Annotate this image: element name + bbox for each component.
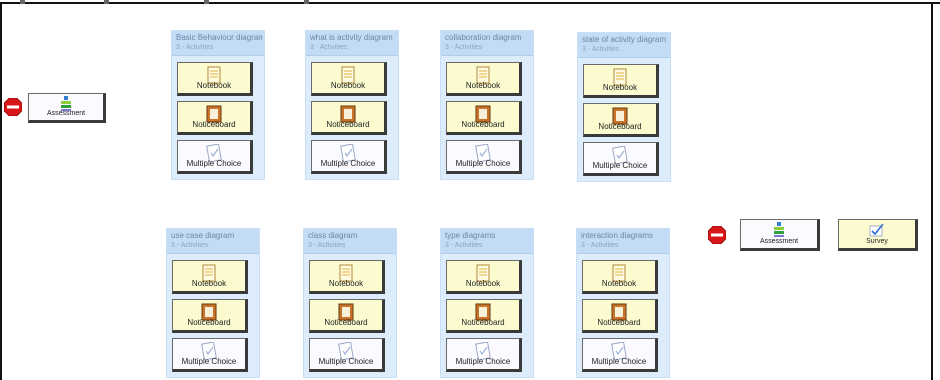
ruler-tick	[304, 0, 309, 4]
survey-icon	[869, 223, 884, 237]
noticeboard-activity[interactable]: Noticeboard	[172, 299, 248, 333]
activity-label: Noticeboard	[192, 120, 236, 129]
group-subtitle: 3 - Activities	[445, 44, 483, 51]
sequence-canvas: Assessment Basic Behaviour diagram 3 - A…	[0, 0, 940, 380]
activity-label: Multiple Choice	[181, 357, 237, 366]
notebook-activity[interactable]: Notebook	[177, 62, 253, 96]
multiple-choice-activity[interactable]: Multiple Choice	[177, 140, 253, 174]
multiple-choice-activity[interactable]: Multiple Choice	[311, 140, 387, 174]
group-subtitle: 3 - Activities	[582, 46, 620, 53]
activity-label: Noticeboard	[597, 318, 641, 327]
end-assessment-label: Assessment	[759, 238, 799, 245]
notebook-activity[interactable]: Notebook	[582, 260, 658, 294]
activity-group[interactable]: state of activity diagram 3 - Activities…	[577, 32, 671, 182]
activity-label: Multiple Choice	[320, 159, 376, 168]
notebook-activity[interactable]: Notebook	[583, 64, 659, 98]
activity-label: Multiple Choice	[455, 159, 511, 168]
activity-label: Multiple Choice	[455, 357, 511, 366]
survey-label: Survey	[866, 238, 888, 245]
group-title: class diagram	[308, 231, 358, 240]
multiple-choice-activity[interactable]: Multiple Choice	[446, 338, 522, 372]
multiple-choice-activity[interactable]: Multiple Choice	[309, 338, 385, 372]
group-subtitle: 3 - Activities	[171, 242, 209, 249]
noticeboard-activity[interactable]: Noticeboard	[177, 101, 253, 135]
multiple-choice-activity[interactable]: Multiple Choice	[582, 338, 658, 372]
activity-group[interactable]: type diagrams 3 - Activities Notebook No…	[440, 228, 534, 378]
group-title: collaboration diagram	[445, 33, 522, 42]
ruler-tick	[104, 0, 109, 4]
activity-label: Notebook	[601, 279, 637, 288]
group-header: Basic Behaviour diagram 3 - Activities	[172, 31, 264, 56]
activity-label: Noticeboard	[598, 122, 642, 131]
activity-group[interactable]: use case diagram 3 - Activities Notebook…	[166, 228, 260, 378]
ruler-tick	[20, 0, 25, 4]
assessment-icon	[774, 222, 784, 237]
activity-label: Notebook	[196, 81, 232, 90]
group-header: use case diagram 3 - Activities	[167, 229, 259, 254]
multiple-choice-activity[interactable]: Multiple Choice	[446, 140, 522, 174]
noticeboard-activity[interactable]: Noticeboard	[583, 103, 659, 137]
activity-label: Notebook	[330, 81, 366, 90]
canvas-border-top	[0, 2, 940, 4]
group-header: what is activity diagram 3 - Activities	[306, 31, 398, 56]
activity-group[interactable]: Basic Behaviour diagram 3 - Activities N…	[171, 30, 265, 180]
end-assessment-node[interactable]: Assessment	[740, 219, 820, 251]
group-title: state of activity diagram	[582, 35, 667, 44]
activity-label: Notebook	[602, 83, 638, 92]
noticeboard-activity[interactable]: Noticeboard	[309, 299, 385, 333]
notebook-activity[interactable]: Notebook	[311, 62, 387, 96]
multiple-choice-activity[interactable]: Multiple Choice	[583, 142, 659, 176]
activity-group[interactable]: what is activity diagram 3 - Activities …	[305, 30, 399, 180]
group-subtitle: 3 - Activities	[310, 44, 348, 51]
canvas-border-left	[0, 2, 2, 380]
notebook-activity[interactable]: Notebook	[446, 62, 522, 96]
activity-label: Noticeboard	[461, 120, 505, 129]
group-title: what is activity diagram	[310, 33, 393, 42]
group-header: type diagrams 3 - Activities	[441, 229, 533, 254]
noticeboard-activity[interactable]: Noticeboard	[446, 299, 522, 333]
activity-group[interactable]: collaboration diagram 3 - Activities Not…	[440, 30, 534, 180]
survey-node[interactable]: Survey	[838, 219, 918, 251]
activity-label: Notebook	[328, 279, 364, 288]
group-header: class diagram 3 - Activities	[304, 229, 396, 254]
notebook-activity[interactable]: Notebook	[446, 260, 522, 294]
group-title: interaction diagrams	[581, 231, 654, 240]
notebook-activity[interactable]: Notebook	[309, 260, 385, 294]
group-subtitle: 3 - Activities	[581, 242, 619, 249]
group-header: interaction diagrams 3 - Activities	[577, 229, 669, 254]
activity-group[interactable]: class diagram 3 - Activities Notebook No…	[303, 228, 397, 378]
activity-label: Noticeboard	[461, 318, 505, 327]
activity-label: Noticeboard	[187, 318, 231, 327]
group-header: collaboration diagram 3 - Activities	[441, 31, 533, 56]
activity-group[interactable]: interaction diagrams 3 - Activities Note…	[576, 228, 670, 378]
group-subtitle: 3 - Activities	[176, 44, 214, 51]
canvas-border-right	[931, 2, 933, 380]
multiple-choice-activity[interactable]: Multiple Choice	[172, 338, 248, 372]
start-assessment-node[interactable]: Assessment	[28, 93, 106, 123]
group-subtitle: 3 - Activities	[308, 242, 346, 249]
notebook-activity[interactable]: Notebook	[172, 260, 248, 294]
group-header: state of activity diagram 3 - Activities	[578, 33, 670, 58]
activity-label: Notebook	[465, 81, 501, 90]
ruler-tick	[204, 0, 209, 4]
noticeboard-activity[interactable]: Noticeboard	[311, 101, 387, 135]
noticeboard-activity[interactable]: Noticeboard	[582, 299, 658, 333]
activity-label: Multiple Choice	[591, 357, 647, 366]
activity-label: Multiple Choice	[186, 159, 242, 168]
group-title: use case diagram	[171, 231, 235, 240]
group-title: Basic Behaviour diagram	[176, 33, 262, 42]
stop-icon[interactable]	[708, 226, 726, 244]
activity-label: Multiple Choice	[592, 161, 648, 170]
start-assessment-label: Assessment	[46, 110, 86, 117]
activity-label: Multiple Choice	[318, 357, 374, 366]
group-title: type diagrams	[445, 231, 496, 240]
activity-label: Notebook	[191, 279, 227, 288]
group-subtitle: 3 - Activities	[445, 242, 483, 249]
activity-label: Notebook	[465, 279, 501, 288]
stop-icon[interactable]	[4, 98, 22, 116]
activity-label: Noticeboard	[326, 120, 370, 129]
activity-label: Noticeboard	[324, 318, 368, 327]
noticeboard-activity[interactable]: Noticeboard	[446, 101, 522, 135]
